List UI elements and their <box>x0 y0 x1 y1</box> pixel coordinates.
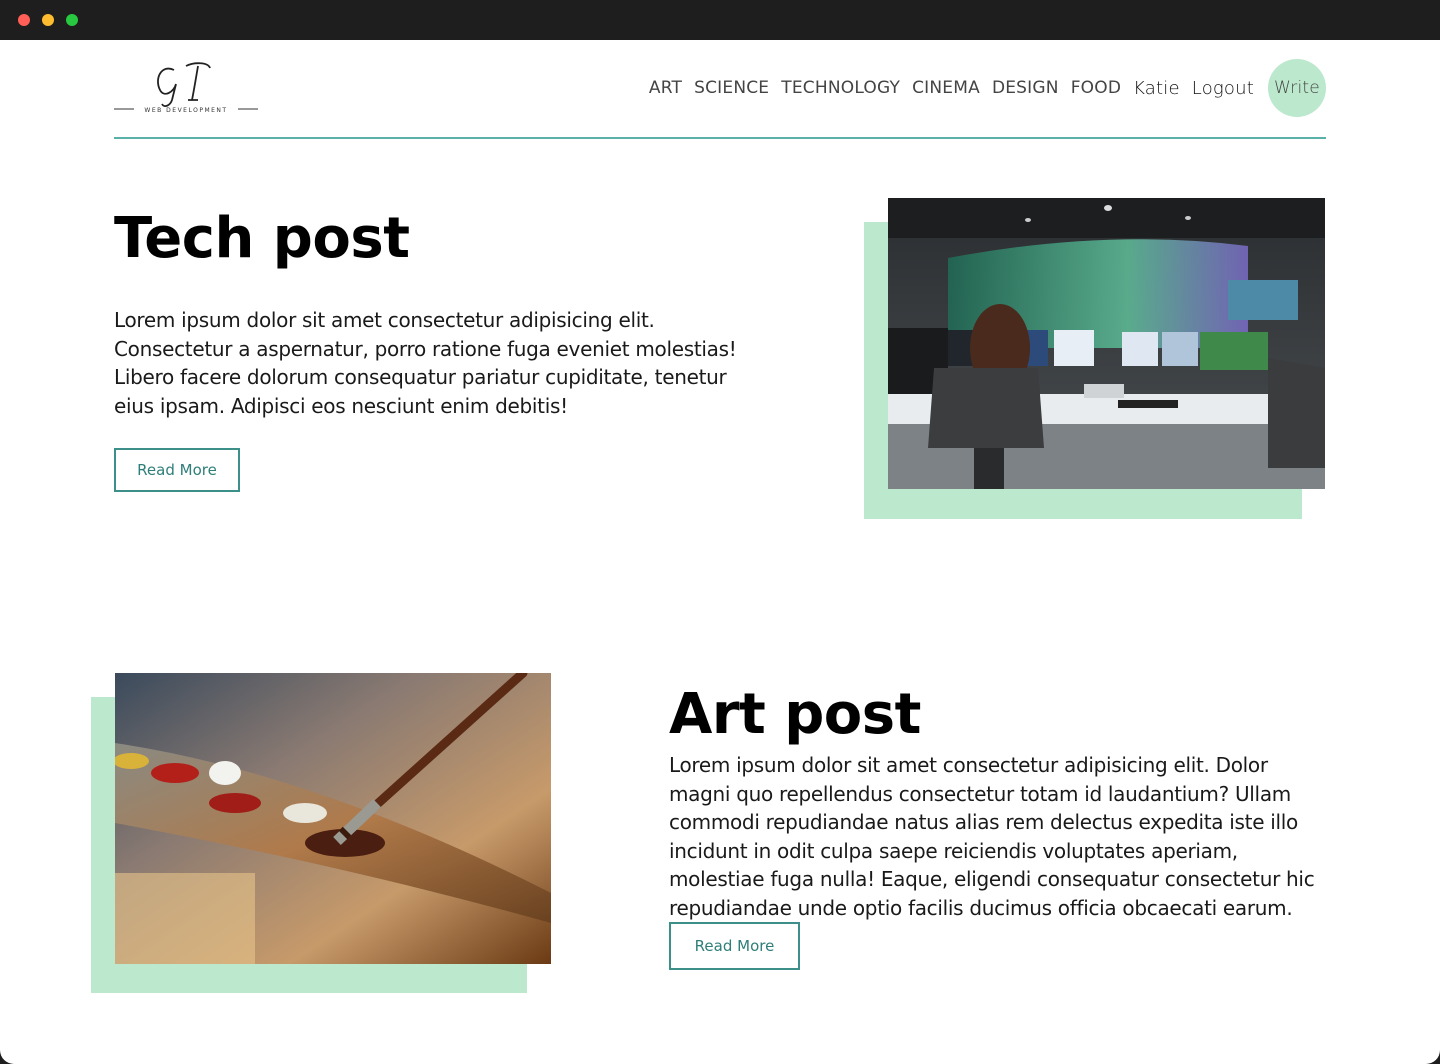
logo-icon: WEB DEVELOPMENT <box>114 62 258 114</box>
post-title: Tech post <box>114 206 410 271</box>
nav-item-food[interactable]: FOOD <box>1071 78 1121 98</box>
nav-item-technology[interactable]: TECHNOLOGY <box>781 78 900 98</box>
control-room-photo <box>888 198 1325 489</box>
post-body-line: Lorem ipsum dolor sit amet consectetur a… <box>114 308 655 332</box>
read-more-button[interactable]: Read More <box>114 448 240 492</box>
post-body: Lorem ipsum dolor sit amet consectetur a… <box>669 751 1349 922</box>
main-nav: ART SCIENCE TECHNOLOGY CINEMA DESIGN FOO… <box>637 58 1326 118</box>
nav-item-cinema[interactable]: CINEMA <box>912 78 980 98</box>
paint-palette-photo <box>115 673 551 964</box>
minimize-window-button[interactable] <box>42 14 54 26</box>
nav-logout-link[interactable]: Logout <box>1192 78 1254 99</box>
post-body-line: Lorem ipsum dolor sit amet consectetur a… <box>669 753 1268 777</box>
site-logo[interactable]: WEB DEVELOPMENT <box>114 56 258 116</box>
maximize-window-button[interactable] <box>66 14 78 26</box>
post-body-line: incidunt in odit culpa saepe reiciendis … <box>669 838 1238 863</box>
close-window-button[interactable] <box>18 14 30 26</box>
post-body-line: Consectetur a aspernatur, porro ratione … <box>114 336 737 361</box>
post-body-line: magni quo repellendus consectetur totam … <box>669 781 1291 806</box>
nav-user-link[interactable]: Katie <box>1133 78 1180 99</box>
post-body-line: Libero facere dolorum consequatur pariat… <box>114 365 727 389</box>
post-title: Art post <box>669 682 921 747</box>
nav-item-design[interactable]: DESIGN <box>992 78 1059 98</box>
post-body: Lorem ipsum dolor sit amet consectetur a… <box>114 306 794 420</box>
write-button[interactable]: Write <box>1268 59 1326 117</box>
header-divider <box>114 137 1326 139</box>
window-titlebar <box>0 0 1440 40</box>
post-body-line: eius ipsam. Adipisci eos nesciunt enim d… <box>114 393 568 418</box>
logo-tagline: WEB DEVELOPMENT <box>144 107 227 114</box>
post-body-line: molestiae fuga nulla! Eaque, eligendi co… <box>669 867 1315 891</box>
nav-item-science[interactable]: SCIENCE <box>694 78 769 98</box>
post-body-line: commodi repudiandae natus alias rem dele… <box>669 810 1298 834</box>
post-body-line: repudiandae unde optio facilis ducimus o… <box>669 895 1293 920</box>
read-more-button[interactable]: Read More <box>669 922 800 970</box>
page: WEB DEVELOPMENT ART SCIENCE TECHNOLOGY C… <box>0 40 1440 1064</box>
nav-item-art[interactable]: ART <box>649 78 682 98</box>
